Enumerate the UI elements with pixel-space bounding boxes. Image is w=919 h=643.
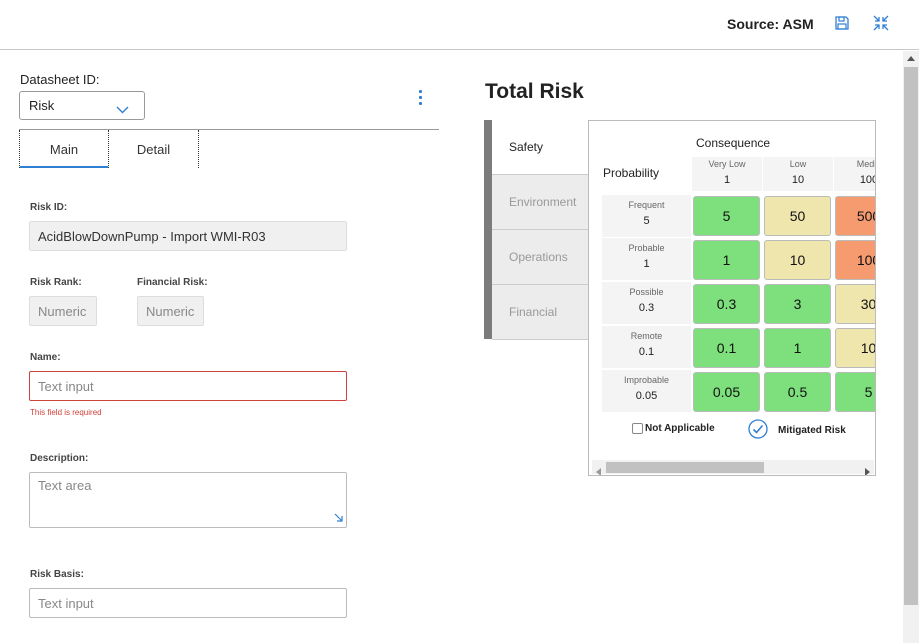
not-applicable-option[interactable]: Not Applicable: [632, 423, 715, 434]
financial-risk-label: Financial Risk:: [137, 277, 208, 288]
name-error-message: This field is required: [30, 408, 102, 417]
risk-basis-input[interactable]: Text input: [29, 588, 347, 618]
risk-basis-placeholder: Text input: [38, 595, 94, 611]
risk-cell[interactable]: 0.3: [693, 284, 760, 324]
consequence-name: Mediu: [856, 159, 875, 169]
risk-cell[interactable]: 0.05: [693, 372, 760, 412]
category-label: Environment: [509, 195, 577, 209]
risk-rank-field[interactable]: Numeric: [29, 296, 97, 326]
consequence-header: Mediu 100: [834, 157, 875, 191]
risk-cell[interactable]: 1: [764, 328, 831, 368]
probability-name: Improbable: [623, 375, 670, 385]
probability-name: Remote: [630, 331, 663, 341]
probability-header: Improbable 0.05: [602, 370, 691, 412]
risk-cell[interactable]: 50: [764, 196, 831, 236]
category-tab-environment[interactable]: Environment: [492, 175, 588, 230]
probability-value: 0.1: [638, 346, 655, 358]
collapse-icon[interactable]: [871, 13, 891, 33]
more-options-icon[interactable]: [418, 90, 424, 106]
risk-rank-label: Risk Rank:: [30, 277, 82, 288]
consequence-value: 1: [723, 174, 731, 186]
financial-risk-value: Numeric: [146, 303, 195, 319]
tab-main[interactable]: Main: [19, 130, 109, 168]
not-applicable-label: Not Applicable: [645, 423, 715, 434]
risk-cell[interactable]: 5: [693, 196, 760, 236]
risk-rank-value: Numeric: [38, 303, 87, 319]
probability-value: 0.3: [638, 302, 655, 314]
chevron-down-icon: [116, 101, 129, 119]
matrix-scroll-thumb[interactable]: [606, 462, 764, 473]
risk-cell[interactable]: 10: [835, 328, 875, 368]
risk-cell[interactable]: 3: [764, 284, 831, 324]
probability-name: Frequent: [628, 200, 665, 210]
check-circle-icon: [748, 419, 768, 442]
risk-cell[interactable]: 0.5: [764, 372, 831, 412]
scroll-left-icon[interactable]: [595, 463, 601, 475]
category-label: Operations: [509, 250, 568, 264]
risk-category-tabs: Safety Environment Operations Financial: [484, 120, 588, 340]
risk-cell[interactable]: 30: [835, 284, 875, 324]
risk-cell[interactable]: 0.1: [693, 328, 760, 368]
scroll-right-icon[interactable]: [865, 463, 871, 475]
scroll-up-icon[interactable]: [903, 51, 919, 65]
risk-basis-label: Risk Basis:: [30, 569, 84, 580]
probability-name: Possible: [629, 287, 664, 297]
category-tab-safety[interactable]: Safety: [492, 120, 588, 175]
name-placeholder: Text input: [38, 378, 94, 394]
not-applicable-checkbox[interactable]: [632, 423, 643, 434]
category-label: Financial: [509, 305, 558, 319]
save-icon[interactable]: [832, 13, 852, 33]
matrix-scrollbar[interactable]: [592, 460, 874, 475]
description-placeholder: Text area: [38, 478, 92, 493]
consequence-header: Very Low 1: [692, 157, 762, 191]
consequence-title: Consequence: [696, 136, 771, 150]
probability-value: 5: [643, 215, 650, 227]
datasheet-label: Datasheet ID:: [20, 72, 100, 87]
risk-id-label: Risk ID:: [30, 202, 68, 213]
category-label: Safety: [509, 140, 544, 154]
consequence-header: Low 10: [763, 157, 833, 191]
probability-value: 1: [643, 258, 650, 270]
name-label: Name:: [30, 352, 61, 363]
risk-id-value: AcidBlowDownPump - Import WMI-R03: [38, 228, 266, 244]
probability-header: Possible 0.3: [602, 282, 691, 324]
consequence-value: 100: [859, 174, 875, 186]
consequence-name: Low: [789, 159, 807, 169]
description-textarea[interactable]: Text area: [29, 472, 347, 528]
scroll-thumb[interactable]: [904, 67, 918, 605]
financial-risk-field[interactable]: Numeric: [137, 296, 204, 326]
datasheet-value: Risk: [29, 98, 55, 113]
category-tab-operations[interactable]: Operations: [492, 230, 588, 285]
mitigated-risk-label: Mitigated Risk: [778, 425, 846, 436]
source-label: Source: ASM: [727, 16, 814, 32]
mitigated-risk-option[interactable]: Mitigated Risk: [748, 419, 846, 442]
risk-cell[interactable]: 1: [693, 240, 760, 280]
probability-header: Remote 0.1: [602, 326, 691, 368]
risk-matrix: Consequence Probability Very Low 1 Low 1…: [588, 120, 876, 476]
datasheet-select[interactable]: Risk: [19, 91, 145, 120]
risk-cell[interactable]: 500: [835, 196, 875, 236]
probability-title: Probability: [603, 166, 660, 180]
description-label: Description:: [30, 453, 89, 464]
consequence-name: Very Low: [708, 159, 746, 169]
probability-header: Probable 1: [602, 238, 691, 280]
risk-cell[interactable]: 100: [835, 240, 875, 280]
consequence-value: 10: [791, 174, 805, 186]
category-tab-financial[interactable]: Financial: [492, 285, 588, 340]
page-scrollbar[interactable]: [903, 51, 919, 643]
total-risk-title: Total Risk: [485, 80, 584, 103]
risk-id-field[interactable]: AcidBlowDownPump - Import WMI-R03: [29, 221, 347, 251]
probability-header: Frequent 5: [602, 195, 691, 237]
resize-handle-icon[interactable]: [334, 510, 343, 525]
tab-detail[interactable]: Detail: [109, 130, 199, 168]
top-bar: Source: ASM: [0, 0, 919, 50]
probability-name: Probable: [628, 243, 665, 253]
probability-value: 0.05: [635, 390, 658, 402]
risk-cell[interactable]: 10: [764, 240, 831, 280]
name-input[interactable]: Text input: [29, 371, 347, 401]
risk-cell[interactable]: 5: [835, 372, 875, 412]
